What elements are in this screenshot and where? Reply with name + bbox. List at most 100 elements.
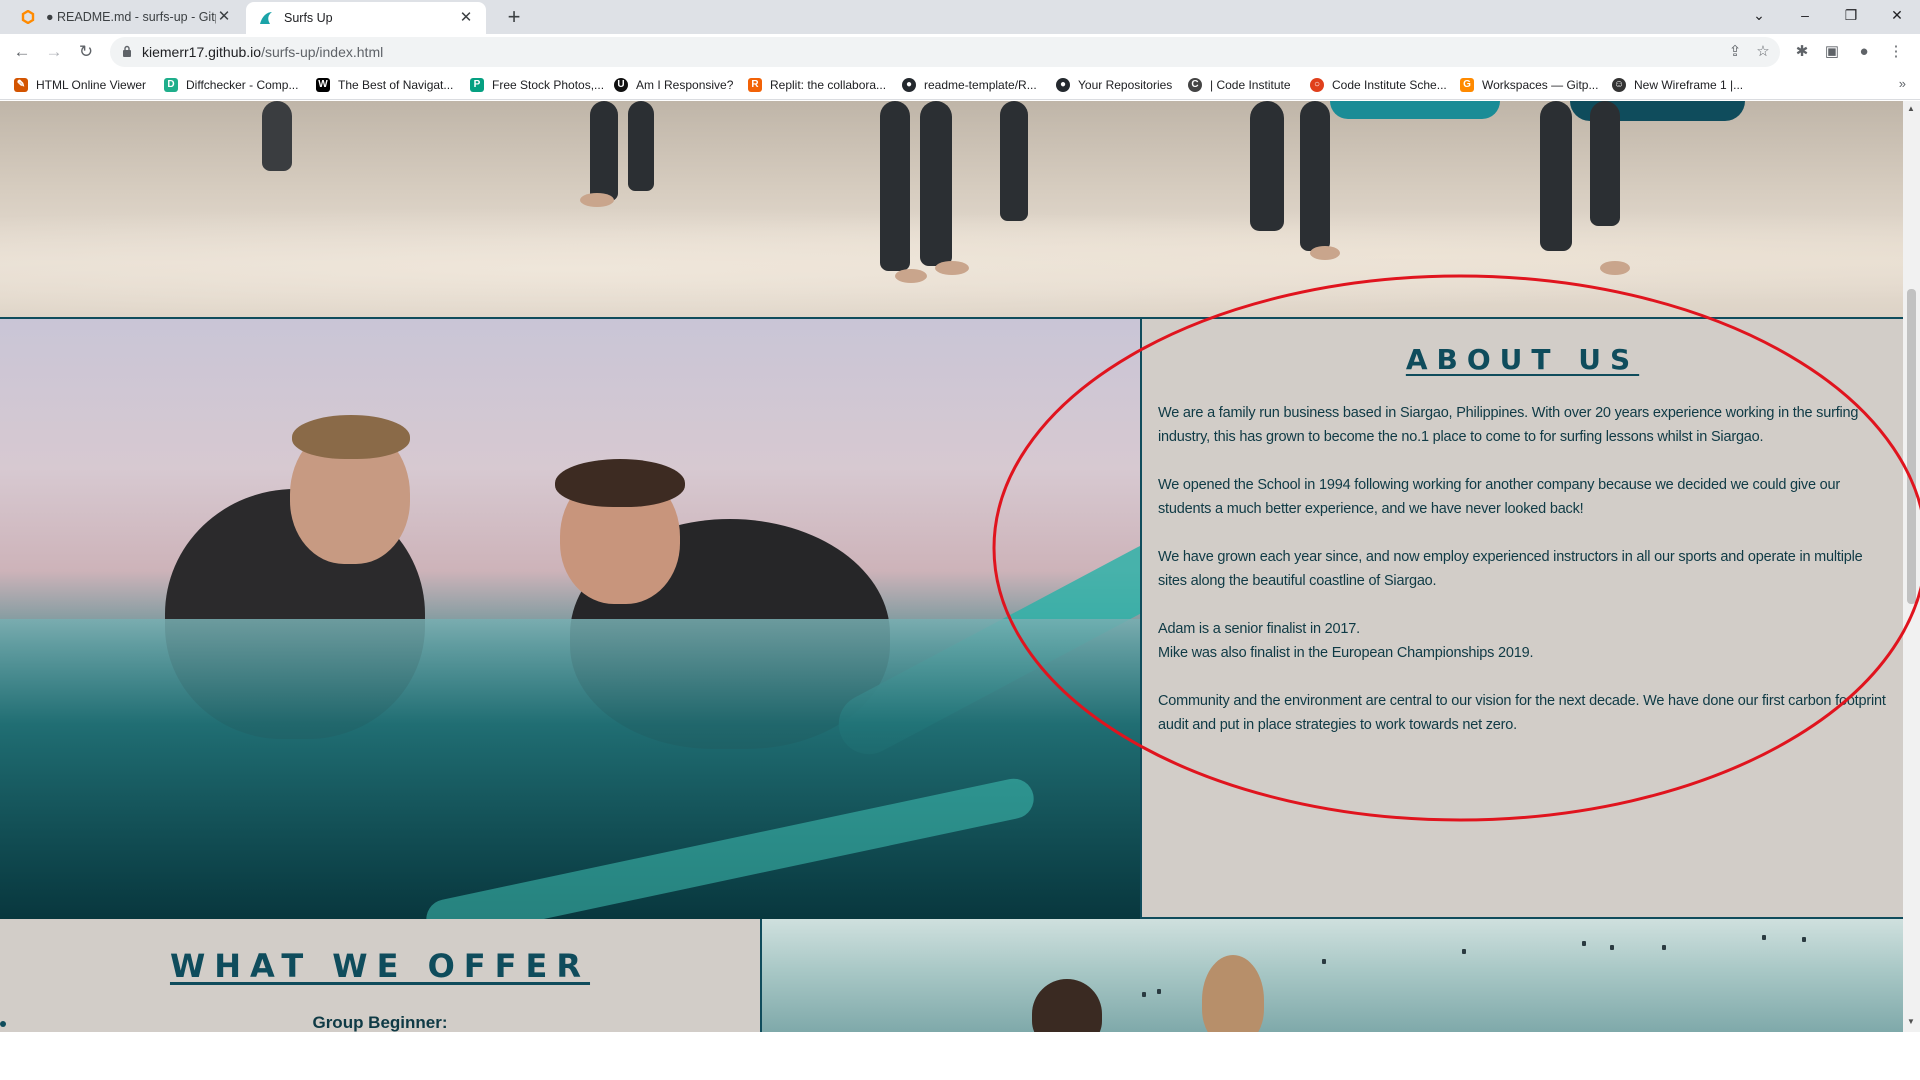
bookmark-favicon-icon: W [316,78,330,92]
bookmark-readme-template[interactable]: ● readme-template/R... [902,76,1037,94]
tab-search-icon[interactable]: ⌄ [1736,0,1782,30]
menu-icon[interactable]: ⋮ [1886,42,1906,62]
url-host: kiemerr17.github.io [142,44,262,60]
back-icon[interactable]: ← [8,38,36,66]
bookmark-replit[interactable]: R Replit: the collabora... [748,76,886,94]
bookmark-diffchecker[interactable]: D Diffchecker - Comp... [164,76,298,94]
restore-icon[interactable]: ❐ [1828,0,1874,30]
bookmarks-bar: ✎ HTML Online Viewer D Diffchecker - Comp.… [0,70,1920,100]
browser-toolbar: ← → ↻ kiemerr17.github.io/surfs-up/index… [0,34,1920,70]
gitpod-icon [20,9,36,25]
bookmark-favicon-icon: C [1188,78,1202,92]
person-head-shape [1032,979,1102,1032]
reload-icon[interactable]: ↻ [72,38,100,66]
bookmark-label: Replit: the collabora... [770,78,887,92]
bookmark-favicon-icon: D [164,78,178,92]
person-head-shape [1202,955,1264,1032]
about-body: We are a family run business based in Si… [1158,401,1893,761]
sea-photo [762,919,1903,1032]
bookmark-gitpod-workspaces[interactable]: G Workspaces — Gitp... [1460,76,1598,94]
profile-icon[interactable]: ● [1854,42,1874,62]
window-bottom-area [0,1032,1920,1080]
tab-readme[interactable]: ● README.md - surfs-up - Gitpo ✕ [8,0,244,34]
foot-shape [1600,261,1630,275]
github-icon: ● [902,78,916,92]
lock-icon [123,45,131,57]
extensions-icon[interactable]: ✱ [1792,42,1812,62]
bookmark-am-i-responsive[interactable]: U Am I Responsive? [614,76,733,94]
leg-shape [1000,101,1028,221]
leg-shape [590,101,618,201]
close-icon[interactable]: ✕ [458,10,474,26]
surfer-dot [1802,937,1806,942]
forward-icon[interactable]: → [40,38,68,66]
tab-title: Surfs Up [284,11,333,25]
bookmark-html-viewer[interactable]: ✎ HTML Online Viewer [14,76,146,94]
surfer-dot [1142,992,1146,997]
leg-shape [920,101,952,266]
foot-shape [580,193,614,207]
surfer-dot [1157,989,1161,994]
page-scrollbar[interactable]: ▲ ▼ [1903,101,1920,1032]
bookmark-favicon-icon: ○ [1310,78,1324,92]
close-icon[interactable]: ✕ [216,9,232,25]
bookmark-stock-photos[interactable]: P Free Stock Photos,... [470,76,604,94]
surfers-photo [0,319,1192,944]
share-icon[interactable]: ⇪ [1726,43,1744,61]
hero-image [0,101,1903,319]
about-paragraph: We opened the School in 1994 following w… [1158,477,1841,517]
tab-title: ● README.md - surfs-up - Gitpo [46,10,216,24]
scroll-down-icon[interactable]: ▼ [1907,1017,1915,1026]
bookmark-favicon-icon: U [614,78,628,92]
bookmark-label: Am I Responsive? [636,78,734,92]
offer-item-title: Group Beginner: [312,1013,448,1032]
surfer-dot [1462,949,1466,954]
bookmark-star-icon[interactable]: ☆ [1754,43,1772,61]
bookmark-label: Your Repositories [1078,78,1173,92]
bookmark-code-institute-schedule[interactable]: ○ Code Institute Sche... [1310,76,1447,94]
bookmark-label: Free Stock Photos,... [492,78,605,92]
bookmark-wireframe[interactable]: ☺ New Wireframe 1 |... [1612,76,1743,94]
surfer-dot [1582,941,1586,946]
surfer-hair-shape [292,415,410,459]
bookmark-label: Diffchecker - Comp... [186,78,299,92]
about-paragraph: Community and the environment are centra… [1158,693,1886,733]
bookmark-label: New Wireframe 1 |... [1634,78,1744,92]
bookmark-label: Workspaces — Gitp... [1482,78,1599,92]
address-bar[interactable]: kiemerr17.github.io/surfs-up/index.html … [110,37,1780,67]
about-paragraph: We have grown each year since, and now e… [1158,549,1863,589]
offer-heading: WHAT WE OFFER [169,947,591,985]
leg-shape [880,101,910,271]
about-paragraph: We are a family run business based in Si… [1158,405,1859,445]
about-heading: ABOUT US [1405,343,1640,376]
side-panel-icon[interactable]: ▣ [1822,42,1842,62]
surfer-hair-shape [555,459,685,507]
new-tab-button[interactable]: + [500,4,528,32]
smiley-icon: ☺ [1612,78,1626,92]
about-section: ABOUT US We are a family run business ba… [1140,319,1903,919]
bookmark-favicon-icon: R [748,78,762,92]
bookmark-code-institute[interactable]: C | Code Institute [1188,76,1291,94]
bookmark-navigation[interactable]: W The Best of Navigat... [316,76,453,94]
bookmark-label: Code Institute Sche... [1332,78,1447,92]
more-bookmarks-icon[interactable]: » [1899,76,1906,91]
bookmark-label: HTML Online Viewer [36,78,147,92]
foot-shape [935,261,969,275]
tab-surfs-up[interactable]: Surfs Up ✕ [246,2,486,34]
leg-shape [1300,101,1330,251]
foot-shape [895,269,927,283]
foot-shape [1310,246,1340,260]
offer-section: WHAT WE OFFER Group Beginner: [0,919,762,1032]
tab-strip: ● README.md - surfs-up - Gitpo ✕ Surfs U… [0,0,1920,34]
close-window-icon[interactable]: ✕ [1874,0,1920,30]
scrollbar-thumb[interactable] [1907,289,1916,604]
scroll-up-icon[interactable]: ▲ [1907,104,1915,113]
bookmark-label: readme-template/R... [924,78,1037,92]
bookmark-your-repositories[interactable]: ● Your Repositories [1056,76,1172,94]
surfer-dot [1610,945,1614,950]
bookmark-label: | Code Institute [1210,78,1291,92]
about-line: Mike was also finalist in the European C… [1158,645,1534,661]
minimize-icon[interactable]: – [1782,0,1828,30]
surfer-dot [1762,935,1766,940]
github-icon: ● [1056,78,1070,92]
